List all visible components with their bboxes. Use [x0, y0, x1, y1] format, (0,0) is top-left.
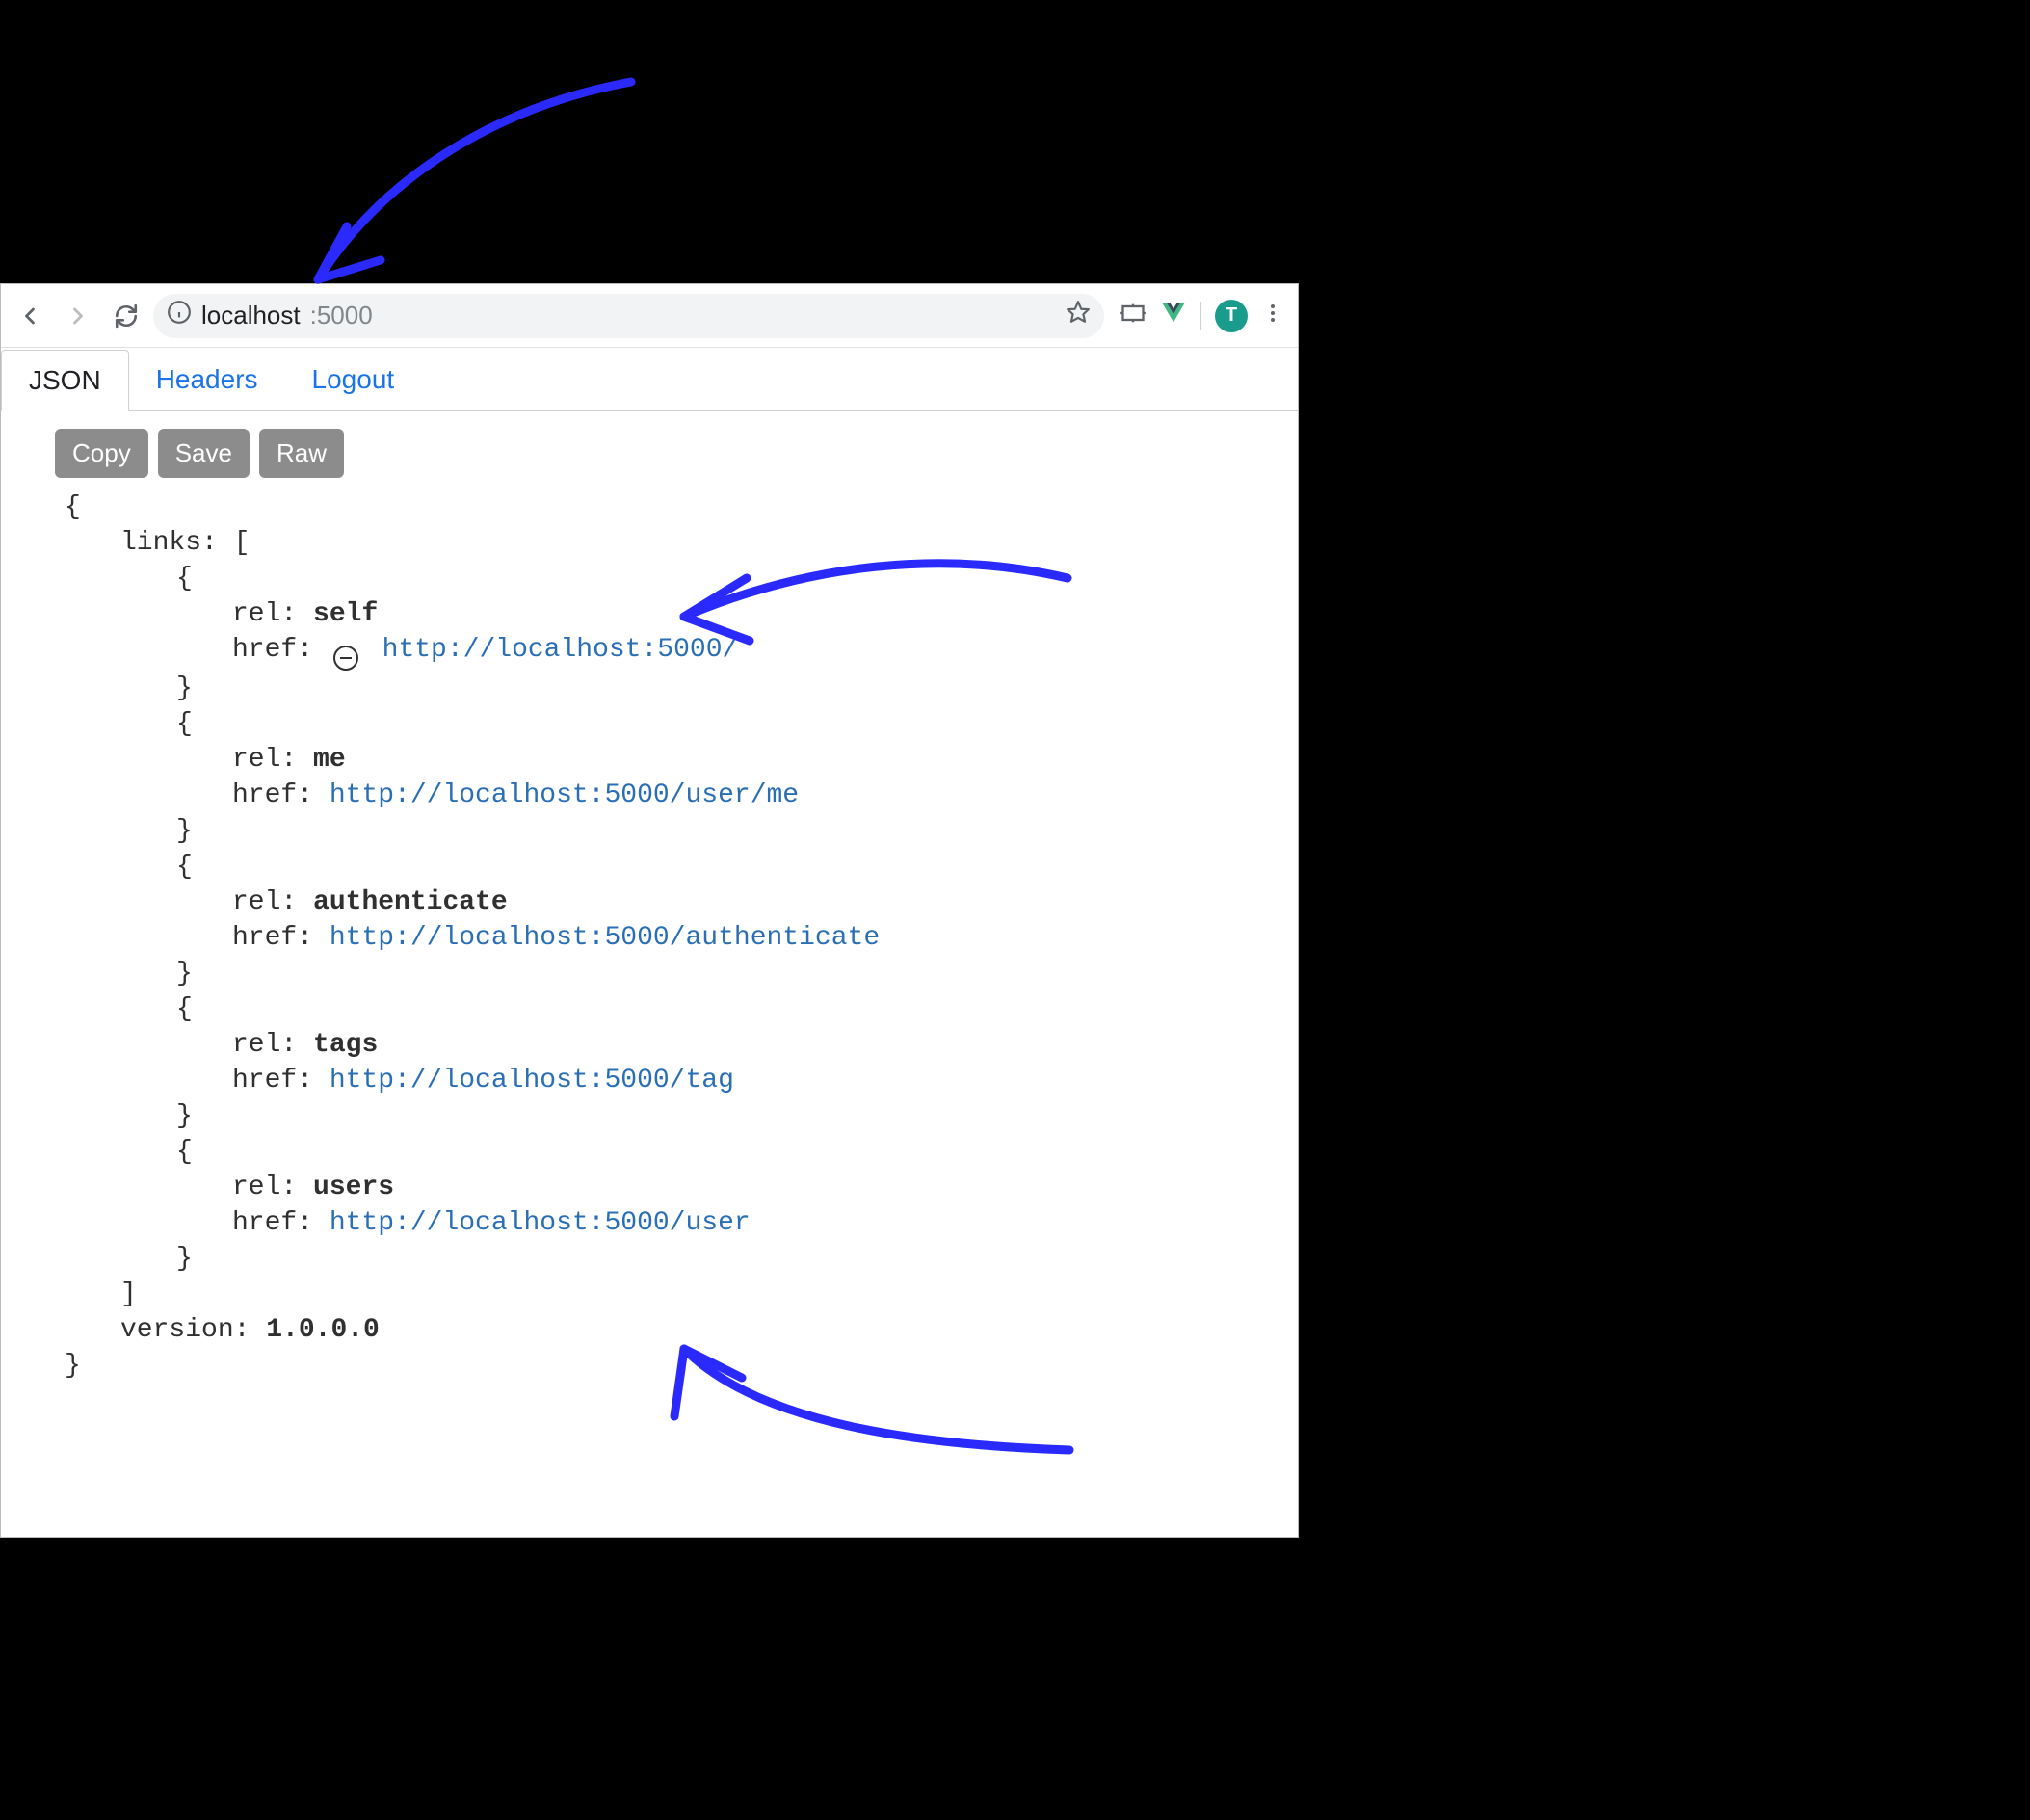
- devtools-icon[interactable]: [1120, 300, 1147, 331]
- annotation-top: Looks HTML for ap then: [1118, 501, 1259, 882]
- json-rel-value: self: [313, 599, 378, 629]
- bookmark-star-icon[interactable]: [1066, 300, 1091, 331]
- collapse-toggle-icon[interactable]: [333, 646, 358, 671]
- vue-devtools-icon[interactable]: [1160, 300, 1187, 331]
- toolbar-extensions: T: [1110, 300, 1290, 332]
- url-port: :5000: [310, 301, 373, 330]
- reload-button[interactable]: [105, 295, 147, 337]
- forward-button[interactable]: [57, 295, 99, 337]
- json-actions: Copy Save Raw: [1, 411, 1298, 484]
- json-viewer: {links: [{rel: selfhref: http://localhos…: [1, 484, 1298, 1537]
- kebab-menu-icon[interactable]: [1261, 302, 1284, 330]
- json-version-value: 1.0.0.0: [266, 1315, 380, 1345]
- address-bar[interactable]: localhost :5000: [153, 294, 1104, 338]
- url-host: localhost: [201, 301, 301, 330]
- browser-toolbar: localhost :5000 T: [1, 284, 1298, 348]
- json-rel-value: tags: [313, 1030, 378, 1060]
- copy-button[interactable]: Copy: [55, 429, 148, 478]
- browser-window: localhost :5000 T JSON Headers Logout: [0, 283, 1299, 1538]
- tab-headers[interactable]: Headers: [129, 349, 285, 410]
- raw-button[interactable]: Raw: [259, 429, 344, 478]
- json-href-link[interactable]: http://localhost:5000/tag: [330, 1066, 734, 1095]
- json-rel-value: users: [313, 1173, 394, 1202]
- profile-avatar[interactable]: T: [1215, 300, 1248, 332]
- annotation-bottom: Root auth: [1142, 1349, 1239, 1540]
- toolbar-separator: [1200, 302, 1201, 330]
- json-href-link[interactable]: http://localhost:5000/: [382, 635, 739, 665]
- json-rel-value: authenticate: [313, 887, 508, 917]
- tab-logout[interactable]: Logout: [285, 349, 422, 410]
- json-href-link[interactable]: http://localhost:5000/user: [330, 1208, 751, 1238]
- view-tabs: JSON Headers Logout: [1, 348, 1298, 411]
- save-button[interactable]: Save: [158, 429, 250, 478]
- json-href-link[interactable]: http://localhost:5000/authenticate: [330, 923, 880, 953]
- tab-json[interactable]: JSON: [1, 350, 129, 411]
- json-rel-value: me: [313, 745, 346, 775]
- back-button[interactable]: [9, 295, 51, 337]
- json-href-link[interactable]: http://localhost:5000/user/me: [330, 780, 799, 810]
- site-info-icon[interactable]: [167, 300, 192, 331]
